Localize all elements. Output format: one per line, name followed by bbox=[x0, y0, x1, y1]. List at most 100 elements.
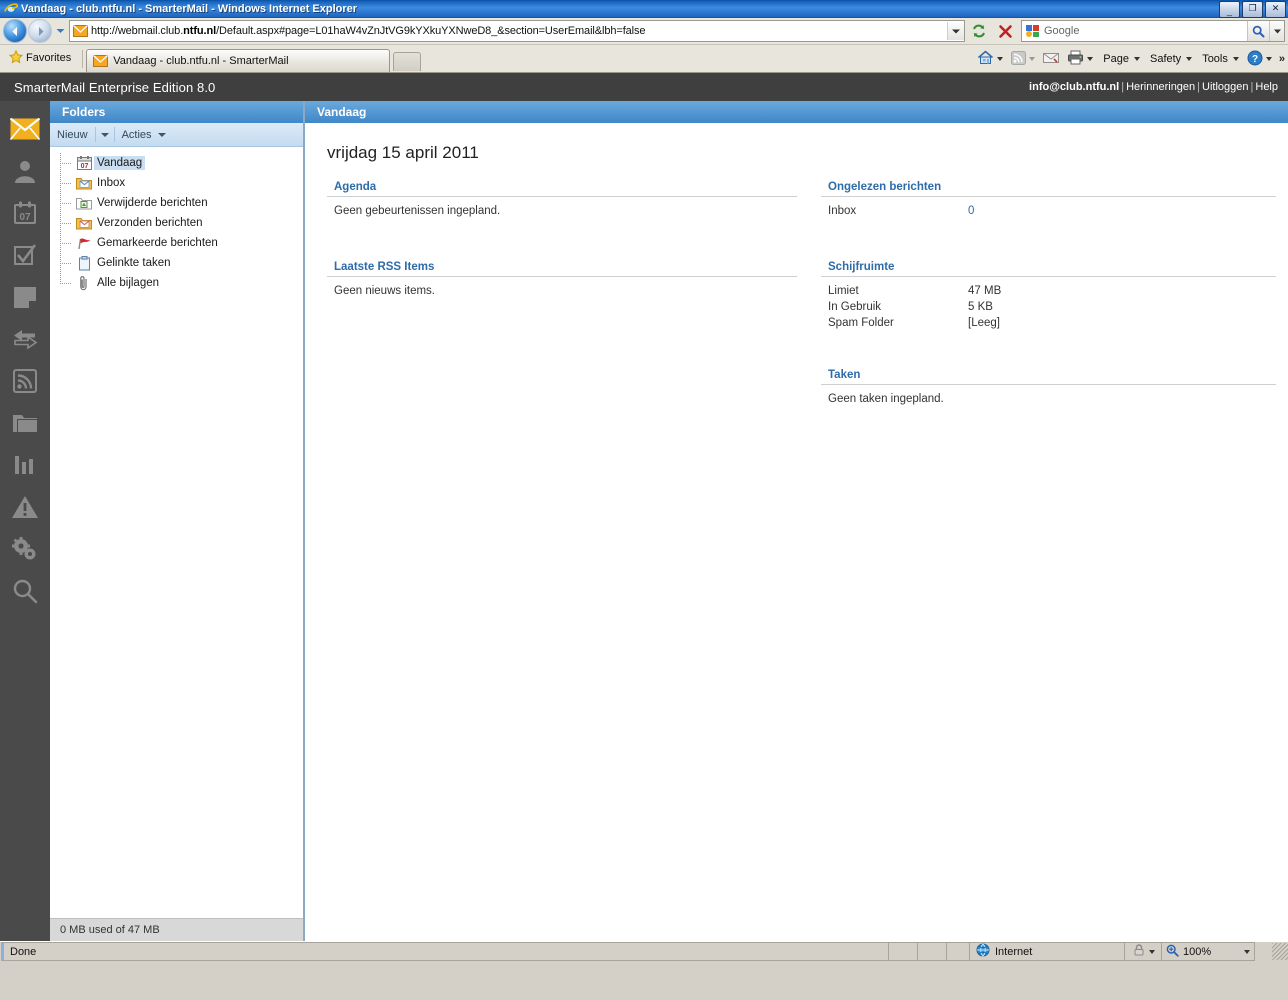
search-input[interactable]: Google bbox=[1044, 25, 1247, 37]
command-bar-overflow-button[interactable]: » bbox=[1276, 53, 1288, 65]
rail-item-tasks[interactable] bbox=[5, 235, 45, 275]
page-menu-label: Page bbox=[1103, 53, 1129, 65]
rail-item-alerts[interactable] bbox=[5, 487, 45, 527]
protected-mode-indicator[interactable] bbox=[1125, 942, 1162, 961]
tree-connector bbox=[60, 273, 76, 293]
checkbox-icon bbox=[14, 244, 37, 265]
arrows-icon bbox=[14, 330, 38, 350]
home-button[interactable] bbox=[974, 49, 1006, 69]
back-button[interactable] bbox=[3, 19, 27, 43]
zoom-control[interactable]: 100% bbox=[1162, 942, 1255, 961]
folder-label: Vandaag bbox=[94, 156, 146, 170]
chevron-down-icon bbox=[952, 29, 960, 33]
trash-folder-icon bbox=[76, 195, 92, 211]
rail-item-calendar[interactable]: 07 bbox=[5, 193, 45, 233]
read-mail-button[interactable] bbox=[1040, 49, 1062, 69]
unread-folder-label: Inbox bbox=[828, 205, 857, 217]
rail-item-contacts[interactable] bbox=[5, 151, 45, 191]
section-heading: Agenda bbox=[327, 181, 797, 197]
address-bar[interactable]: http://webmail.club.ntfu.nl/Default.aspx… bbox=[69, 20, 965, 42]
recent-pages-dropdown[interactable] bbox=[54, 21, 67, 41]
tree-connector bbox=[60, 173, 76, 193]
chevron-down-icon bbox=[1273, 29, 1281, 33]
new-dropdown-button[interactable] bbox=[96, 123, 114, 146]
address-dropdown-button[interactable] bbox=[947, 22, 964, 40]
tab-label: Vandaag - club.ntfu.nl - SmarterMail bbox=[113, 55, 289, 67]
help-link[interactable]: Help bbox=[1255, 81, 1278, 93]
storage-status: 0 MB used of 47 MB bbox=[50, 918, 303, 941]
safety-menu-button[interactable]: Safety bbox=[1145, 49, 1195, 69]
folder-label: Alle bijlagen bbox=[97, 277, 160, 289]
security-zone[interactable]: Internet bbox=[970, 942, 1125, 961]
account-links: info@club.ntfu.nl | Herinneringen | Uitlogge… bbox=[1029, 81, 1278, 93]
folders-pane-title: Folders bbox=[50, 101, 303, 123]
disk-row: In Gebruik 5 KB bbox=[828, 301, 1276, 313]
today-dashboard: vrijdag 15 april 2011 Agenda Geen gebeur… bbox=[305, 123, 1288, 941]
spam-folder-label: Spam Folder bbox=[828, 317, 894, 329]
restore-button[interactable]: ❐ bbox=[1242, 1, 1263, 18]
search-provider-dropdown[interactable] bbox=[1269, 21, 1284, 41]
rail-item-file-storage[interactable] bbox=[5, 403, 45, 443]
rail-item-reports[interactable] bbox=[5, 445, 45, 485]
logout-link[interactable]: Uitloggen bbox=[1202, 81, 1248, 93]
folder-label: Inbox bbox=[97, 177, 126, 189]
folder-label: Verwijderde berichten bbox=[97, 197, 208, 209]
reminders-link[interactable]: Herinneringen bbox=[1126, 81, 1195, 93]
note-icon bbox=[14, 287, 36, 308]
address-bar-row: http://webmail.club.ntfu.nl/Default.aspx… bbox=[0, 18, 1288, 45]
star-icon bbox=[8, 49, 24, 67]
rail-item-search[interactable] bbox=[5, 571, 45, 611]
browser-tab-active[interactable]: Vandaag - club.ntfu.nl - SmarterMail bbox=[86, 49, 391, 72]
close-button[interactable]: ✕ bbox=[1265, 1, 1286, 18]
folder-item-inbox[interactable]: Inbox bbox=[50, 173, 303, 193]
unread-row: Inbox 0 bbox=[828, 205, 1276, 217]
disk-used-value: 5 KB bbox=[968, 301, 993, 313]
forward-button[interactable] bbox=[28, 19, 52, 43]
tasks-empty-text: Geen taken ingepland. bbox=[828, 393, 944, 405]
folders-toolbar: Nieuw Acties bbox=[50, 123, 303, 147]
folder-item-alle-bijlagen[interactable]: Alle bijlagen bbox=[50, 273, 303, 293]
safety-menu-label: Safety bbox=[1150, 53, 1182, 65]
actions-button[interactable]: Acties bbox=[115, 123, 173, 146]
new-button[interactable]: Nieuw bbox=[50, 123, 95, 146]
chevron-down-icon bbox=[1148, 949, 1155, 954]
search-box[interactable]: Google bbox=[1021, 20, 1285, 42]
rail-item-notes[interactable] bbox=[5, 277, 45, 317]
internet-explorer-logo-icon bbox=[4, 2, 18, 16]
dashboard-right-column: Ongelezen berichten Inbox 0 Schijfruimte bbox=[821, 181, 1276, 431]
gears-icon bbox=[12, 537, 36, 560]
minimize-button[interactable]: _ bbox=[1219, 1, 1240, 18]
favorites-button[interactable]: Favorites bbox=[4, 47, 78, 69]
rail-item-settings[interactable] bbox=[5, 529, 45, 569]
help-menu-button[interactable]: ? bbox=[1244, 49, 1275, 69]
print-button[interactable] bbox=[1064, 49, 1096, 69]
lock-icon bbox=[1132, 943, 1146, 960]
refresh-button[interactable] bbox=[967, 19, 991, 43]
folder-item-verwijderde-berichten[interactable]: Verwijderde berichten bbox=[50, 193, 303, 213]
help-icon: ? bbox=[1247, 50, 1263, 69]
tools-menu-label: Tools bbox=[1202, 53, 1228, 65]
new-tab-button[interactable] bbox=[393, 52, 422, 71]
rail-item-email[interactable] bbox=[5, 109, 45, 149]
folder-item-verzonden-berichten[interactable]: Verzonden berichten bbox=[50, 213, 303, 233]
app-header: SmarterMail Enterprise Edition 8.0 info@… bbox=[0, 73, 1288, 101]
unread-count[interactable]: 0 bbox=[968, 205, 974, 217]
folder-item-gelinkte-taken[interactable]: Gelinkte taken bbox=[50, 253, 303, 273]
tools-menu-button[interactable]: Tools bbox=[1197, 49, 1242, 69]
stop-button[interactable] bbox=[993, 19, 1017, 43]
folder-item-gemarkeerde-berichten[interactable]: Gemarkeerde berichten bbox=[50, 233, 303, 253]
tree-connector bbox=[60, 153, 76, 173]
chevron-down-icon bbox=[56, 29, 65, 33]
resize-grip[interactable] bbox=[1272, 943, 1288, 960]
rail-item-import-export[interactable] bbox=[5, 319, 45, 359]
section-heading: Ongelezen berichten bbox=[821, 181, 1276, 197]
page-menu-button[interactable]: Page bbox=[1098, 49, 1143, 69]
command-bar: Page Safety Tools ? » bbox=[973, 48, 1288, 70]
feeds-button[interactable] bbox=[1008, 49, 1038, 69]
folder-item-vandaag[interactable]: 07 Vandaag bbox=[50, 153, 303, 173]
content-pane-title: Vandaag bbox=[305, 101, 1288, 123]
search-go-button[interactable] bbox=[1247, 21, 1269, 41]
rss-icon bbox=[13, 369, 37, 393]
refresh-icon bbox=[973, 24, 985, 38]
rail-item-rss-feeds[interactable] bbox=[5, 361, 45, 401]
